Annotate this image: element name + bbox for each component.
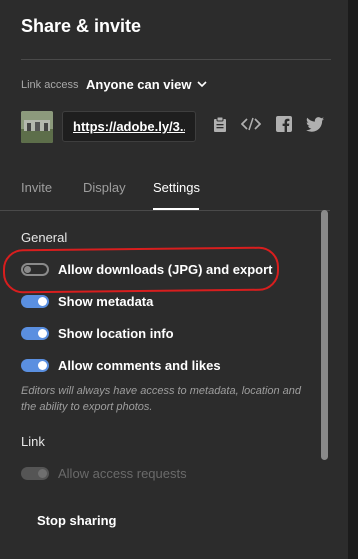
link-access-label: Link access: [21, 79, 79, 91]
link-access-value: Anyone can view: [86, 77, 192, 92]
show-location-row[interactable]: Show location info: [21, 326, 174, 341]
chevron-down-icon: [197, 81, 208, 88]
allow-downloads-toggle[interactable]: [21, 263, 49, 276]
allow-access-requests-label: Allow access requests: [58, 466, 187, 481]
show-metadata-toggle[interactable]: [21, 295, 49, 308]
stop-sharing-button[interactable]: Stop sharing: [37, 513, 116, 528]
general-heading: General: [21, 230, 68, 245]
share-link-field[interactable]: https://adobe.ly/3...: [62, 111, 196, 142]
embed-code-icon[interactable]: [241, 114, 261, 134]
editors-access-note: Editors will always have access to metad…: [21, 385, 302, 413]
allow-comments-label: Allow comments and likes: [58, 358, 221, 373]
divider: [21, 59, 331, 60]
tab-display[interactable]: Display: [83, 180, 126, 195]
allow-downloads-row[interactable]: Allow downloads (JPG) and export: [21, 262, 273, 277]
clipboard-icon[interactable]: [210, 114, 230, 134]
link-access-dropdown[interactable]: Anyone can view: [86, 77, 208, 92]
show-metadata-label: Show metadata: [58, 294, 154, 309]
facebook-icon[interactable]: [274, 114, 294, 134]
tab-settings[interactable]: Settings: [153, 180, 200, 195]
allow-downloads-label: Allow downloads (JPG) and export: [58, 262, 273, 277]
album-thumbnail: [21, 111, 53, 143]
show-location-toggle[interactable]: [21, 327, 49, 340]
allow-access-requests-toggle: [21, 467, 49, 480]
twitter-icon[interactable]: [305, 114, 325, 134]
background-edge: [348, 0, 358, 559]
allow-comments-row[interactable]: Allow comments and likes: [21, 358, 221, 373]
tab-invite[interactable]: Invite: [21, 180, 52, 195]
allow-access-requests-row: Allow access requests: [21, 466, 187, 481]
dialog-title: Share & invite: [21, 16, 142, 36]
allow-comments-toggle[interactable]: [21, 359, 49, 372]
link-heading: Link: [21, 434, 45, 449]
share-link-url[interactable]: https://adobe.ly/3...: [73, 119, 185, 134]
divider: [0, 210, 330, 211]
show-metadata-row[interactable]: Show metadata: [21, 294, 153, 309]
show-location-label: Show location info: [58, 326, 174, 341]
scrollbar[interactable]: [321, 210, 328, 460]
